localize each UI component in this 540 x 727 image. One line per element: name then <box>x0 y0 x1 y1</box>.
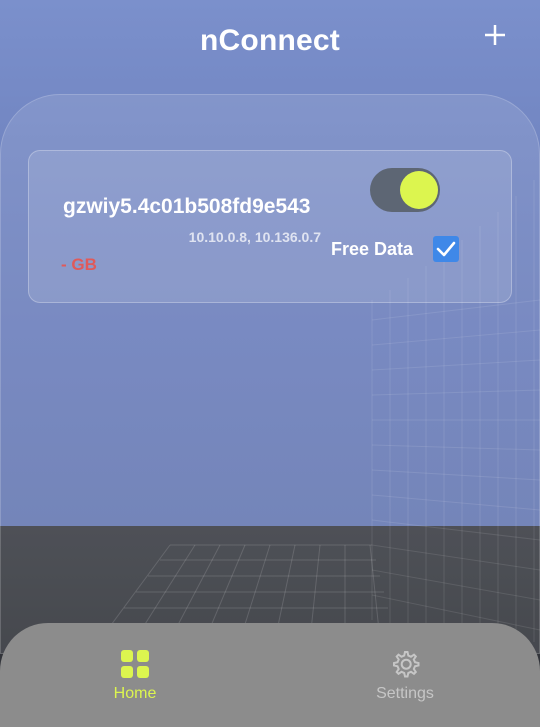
grid-icon <box>121 650 149 678</box>
nav-settings-label: Settings <box>376 685 434 702</box>
data-usage-value: - GB <box>61 255 97 274</box>
free-data-label: Free Data <box>331 239 414 259</box>
app-header: nConnect <box>0 0 540 84</box>
nav-home[interactable]: Home <box>75 649 195 713</box>
app-screen: nConnect gzwiy5.4c01b508fd9e543 10.10.0.… <box>0 0 540 727</box>
free-data-checkbox[interactable] <box>433 236 459 262</box>
connection-toggle[interactable] <box>370 168 440 212</box>
gear-icon <box>393 651 420 678</box>
nav-settings[interactable]: Settings <box>345 649 465 713</box>
toggle-knob <box>400 171 438 209</box>
add-connection-button[interactable] <box>478 18 512 52</box>
nav-home-label: Home <box>113 685 157 702</box>
connection-card[interactable]: gzwiy5.4c01b508fd9e543 10.10.0.8, 10.136… <box>28 150 512 303</box>
bottom-navigation-bar: Home Settings <box>0 623 540 727</box>
plus-icon <box>485 25 505 45</box>
connection-ip-addresses: 10.10.0.8, 10.136.0.7 <box>188 229 321 245</box>
checkmark-icon <box>436 241 456 257</box>
app-title: nConnect <box>200 24 340 57</box>
connection-name: gzwiy5.4c01b508fd9e543 <box>63 195 311 218</box>
